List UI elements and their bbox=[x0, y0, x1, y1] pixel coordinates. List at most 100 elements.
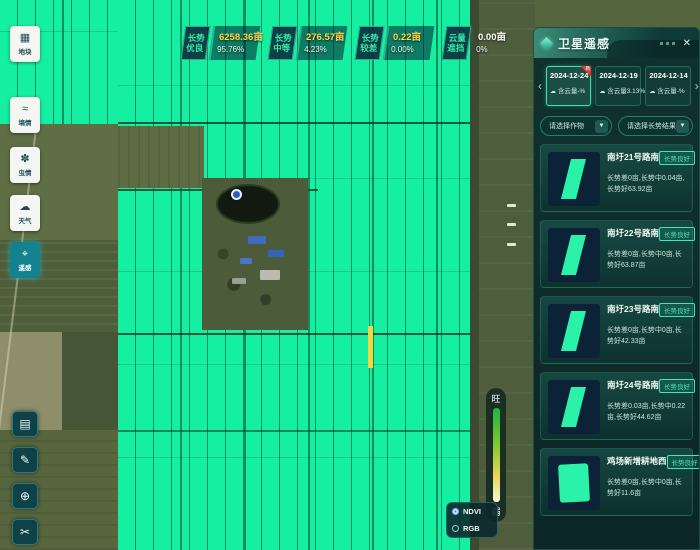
cloud-icon: ☁ bbox=[649, 89, 655, 95]
chevron-down-icon: ▼ bbox=[676, 120, 689, 133]
chevron-down-icon: ▼ bbox=[595, 120, 608, 133]
pencil-icon: ✎ bbox=[20, 453, 30, 467]
stat-value: 276.57亩 4.23% bbox=[296, 26, 348, 60]
field-shape bbox=[561, 159, 586, 199]
date-selector: ‹ 新 2024-12-24 ☁ 含云量-% 2024-12-19 ☁ 含云量3… bbox=[534, 58, 699, 112]
select-placeholder: 请选择作物 bbox=[549, 121, 595, 131]
field-thumbnail bbox=[548, 456, 600, 510]
cloud-cover-label: ☁ 含云量-% bbox=[649, 85, 687, 95]
field-shape bbox=[558, 463, 590, 503]
field-card[interactable]: 南圩22号路南 长势良好 长势差0亩,长势中0亩,长势好63.87亩 bbox=[540, 220, 693, 288]
left-toolbar: ▦ 地块 ≈ 墒情 ✽ 虫情 ☁ 天气 ⌖ 遥感 bbox=[10, 26, 40, 278]
map-pin-marker[interactable] bbox=[231, 189, 242, 200]
unhighlighted-plot bbox=[118, 126, 204, 188]
field-name: 南圩23号路南 bbox=[607, 303, 659, 315]
date-card[interactable]: 2024-12-19 ☁ 含云量3.13% bbox=[595, 66, 641, 106]
field-card[interactable]: 南圩21号路南 长势良好 长势差0亩,长势中0.04亩,长势好63.92亩 bbox=[540, 144, 693, 212]
field-desc: 长势差0亩,长势中0亩,长势好11.6亩 bbox=[607, 478, 686, 500]
layers-button[interactable]: ▤ bbox=[12, 411, 38, 437]
date-card[interactable]: 2024-12-14 ☁ 含云量-% bbox=[645, 66, 690, 106]
date-card[interactable]: 新 2024-12-24 ☁ 含云量-% bbox=[546, 66, 591, 106]
app: 长势优良 6258.36亩 95.76% 长势中等 276.57亩 4.23% … bbox=[0, 0, 700, 550]
field-desc: 长势差0亩,长势中0亩,长势好63.87亩 bbox=[607, 250, 686, 272]
field-thumbnail bbox=[548, 380, 600, 434]
field-name: 南圩22号路南 bbox=[607, 227, 659, 239]
next-date-arrow[interactable]: › bbox=[695, 80, 699, 92]
stat-group-excellent: 长势优良 6258.36亩 95.76% bbox=[183, 26, 258, 60]
diamond-icon bbox=[540, 37, 553, 50]
field-desc: 长势差0.03亩,长势中0.22亩,长势好44.62亩 bbox=[607, 402, 686, 424]
pond bbox=[216, 184, 280, 224]
stat-badge: 云量遮挡 bbox=[442, 26, 472, 60]
building bbox=[268, 250, 284, 257]
stat-value: 6258.36亩 95.76% bbox=[209, 26, 261, 60]
sidebar-item-label: 遥感 bbox=[19, 262, 32, 272]
status-badge: 长势良好 bbox=[667, 455, 700, 469]
sidebar-item-remote-sensing[interactable]: ⌖ 遥感 bbox=[10, 242, 40, 278]
stat-badge: 长势优良 bbox=[181, 26, 211, 60]
header-dots bbox=[660, 42, 675, 45]
field-road bbox=[118, 333, 472, 335]
satellite-icon: ⌖ bbox=[22, 249, 28, 260]
prev-date-arrow[interactable]: ‹ bbox=[538, 80, 542, 92]
building bbox=[240, 258, 252, 264]
field-name: 南圩24号路南 bbox=[607, 379, 659, 391]
date-label: 2024-12-24 bbox=[550, 71, 588, 80]
scissors-icon: ✂ bbox=[20, 525, 30, 539]
cloud-cover-label: ☁ 含云量3.13% bbox=[599, 85, 638, 95]
growth-stats-bar: 长势优良 6258.36亩 95.76% 长势中等 276.57亩 4.23% … bbox=[183, 26, 519, 60]
radio-label: RGB bbox=[463, 524, 480, 533]
sidebar-item-label: 地块 bbox=[19, 46, 32, 56]
status-badge: 长势良好 bbox=[659, 379, 695, 393]
radio-icon bbox=[452, 525, 459, 532]
stat-value: 0.00亩 0% bbox=[470, 26, 522, 60]
layers-icon: ▤ bbox=[19, 417, 30, 431]
field-thumbnail bbox=[548, 304, 600, 358]
status-badge: 长势良好 bbox=[659, 303, 695, 317]
sidebar-item-label: 虫情 bbox=[19, 167, 32, 177]
field-shape bbox=[561, 311, 586, 351]
stat-group-poor: 长势较差 0.22亩 0.00% bbox=[357, 26, 432, 60]
sidebar-item-pests[interactable]: ✽ 虫情 bbox=[10, 147, 40, 183]
field-shape bbox=[561, 235, 586, 275]
field-thumbnail bbox=[548, 228, 600, 282]
field-card[interactable]: 鸡场新增耕地西 长势良好 长势差0亩,长势中0亩,长势好11.6亩 bbox=[540, 448, 693, 516]
stat-value: 0.22亩 0.00% bbox=[383, 26, 435, 60]
weak-growth-strip bbox=[368, 326, 373, 368]
globe-icon: ⊕ bbox=[20, 489, 30, 503]
filter-row: 请选择作物 ▼ 请选择长势结果 ▼ bbox=[534, 112, 699, 144]
field-desc: 长势差0亩,长势中0亩,长势好42.33亩 bbox=[607, 326, 686, 348]
sidebar-item-moisture[interactable]: ≈ 墒情 bbox=[10, 97, 40, 133]
panel-header: 卫星遥感 ✕ bbox=[534, 28, 699, 58]
droplet-icon: ≈ bbox=[22, 104, 28, 115]
draw-button[interactable]: ✎ bbox=[12, 447, 38, 473]
building bbox=[260, 270, 280, 280]
field-thumbnail bbox=[548, 152, 600, 206]
rgb-radio[interactable]: RGB bbox=[452, 524, 492, 533]
cloud-icon: ☁ bbox=[550, 89, 556, 95]
sidebar-item-plots[interactable]: ▦ 地块 bbox=[10, 26, 40, 62]
field-list: 南圩21号路南 长势良好 长势差0亩,长势中0.04亩,长势好63.92亩 南圩… bbox=[534, 144, 699, 516]
farmstead bbox=[202, 178, 308, 330]
field-name: 南圩21号路南 bbox=[607, 151, 659, 163]
map-tools: ▤ ✎ ⊕ ✂ bbox=[12, 411, 38, 545]
field-card[interactable]: 南圩23号路南 长势良好 长势差0亩,长势中0亩,长势好42.33亩 bbox=[540, 296, 693, 364]
field-card[interactable]: 南圩24号路南 长势良好 长势差0.03亩,长势中0.22亩,长势好44.62亩 bbox=[540, 372, 693, 440]
legend-gradient-bar bbox=[493, 408, 500, 502]
date-label: 2024-12-19 bbox=[599, 71, 638, 80]
cloud-icon: ☁ bbox=[599, 89, 605, 95]
globe-button[interactable]: ⊕ bbox=[12, 483, 38, 509]
close-icon[interactable]: ✕ bbox=[683, 38, 691, 49]
clip-button[interactable]: ✂ bbox=[12, 519, 38, 545]
field-desc: 长势差0亩,长势中0.04亩,长势好63.92亩 bbox=[607, 174, 686, 196]
radio-label: NDVI bbox=[463, 507, 481, 516]
ndvi-radio[interactable]: NDVI bbox=[452, 507, 492, 516]
stat-badge: 长势中等 bbox=[268, 26, 298, 60]
vertical-road bbox=[470, 0, 479, 550]
sidebar-item-weather[interactable]: ☁ 天气 bbox=[10, 195, 40, 231]
crop-select[interactable]: 请选择作物 ▼ bbox=[540, 116, 612, 136]
panel-title: 卫星遥感 bbox=[558, 35, 610, 52]
legend-strong-label: 旺 bbox=[491, 392, 500, 405]
growth-result-select[interactable]: 请选择长势结果 ▼ bbox=[618, 116, 693, 136]
building bbox=[248, 236, 266, 244]
